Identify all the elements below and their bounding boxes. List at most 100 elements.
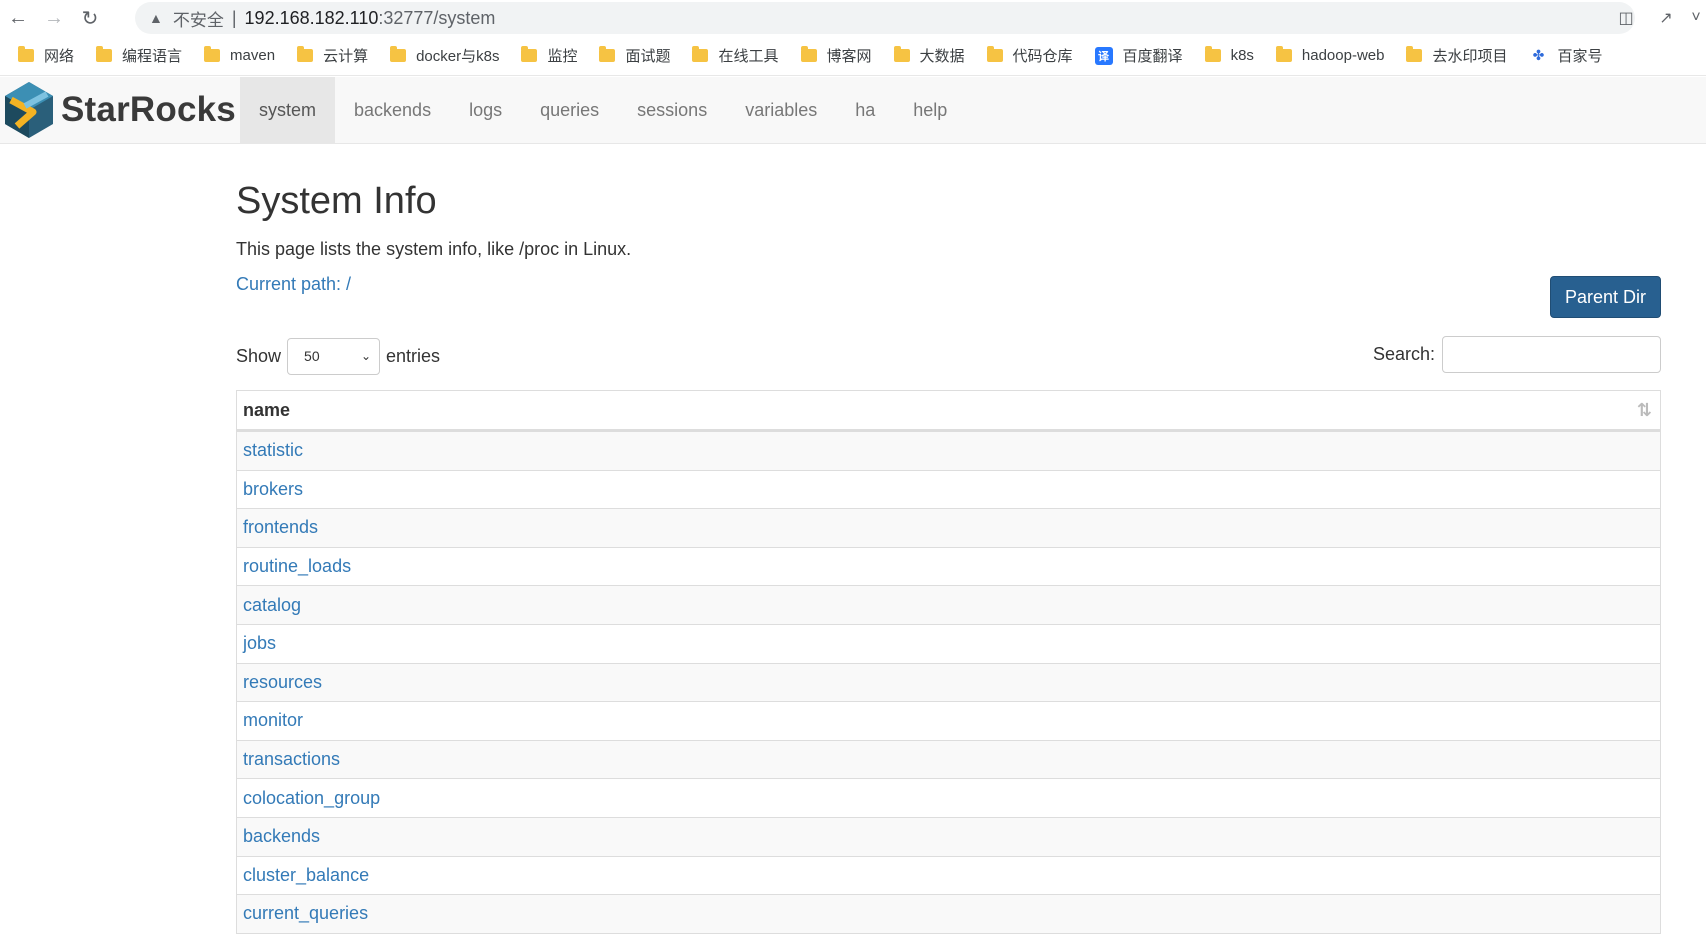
nav-item-ha[interactable]: ha xyxy=(836,77,894,143)
url-security-label: 不安全 xyxy=(172,10,224,30)
row-link-transactions[interactable]: transactions xyxy=(243,749,340,770)
table-row: backends xyxy=(237,816,1660,856)
bookmark-label: 监控 xyxy=(547,48,578,65)
row-link-backends[interactable]: backends xyxy=(243,826,320,847)
row-link-colocation_group[interactable]: colocation_group xyxy=(243,788,380,809)
bookmark-item[interactable]: 译百度翻译 xyxy=(1094,45,1183,66)
table-row: monitor xyxy=(237,701,1660,740)
table-header[interactable]: name ⇅ xyxy=(237,391,1660,431)
bookmark-item[interactable]: 监控 xyxy=(521,45,577,66)
bookmark-label: docker与k8s xyxy=(416,48,500,65)
bookmark-label: 在线工具 xyxy=(718,48,779,65)
nav-item-logs[interactable]: logs xyxy=(450,77,521,143)
row-link-statistic[interactable]: statistic xyxy=(243,440,303,461)
reload-icon[interactable]: ↻ xyxy=(72,0,108,36)
back-icon[interactable]: ← xyxy=(0,0,36,36)
table-row: routine_loads xyxy=(237,546,1660,586)
bookmark-label: 百家号 xyxy=(1557,48,1603,65)
translate-page-icon[interactable]: ◫ xyxy=(1606,8,1646,28)
folder-icon xyxy=(1406,46,1423,62)
bookmark-label: 百度翻译 xyxy=(1122,48,1183,65)
folder-icon xyxy=(96,46,113,62)
bookmark-item[interactable]: maven xyxy=(204,46,276,64)
folder-icon xyxy=(521,46,538,62)
main-nav: system backends logs queries sessions variabl… xyxy=(240,77,966,143)
column-header-name[interactable]: name xyxy=(243,400,290,421)
system-table: name ⇅ statistic brokers frontends routine_… xyxy=(236,390,1661,934)
bookmark-label: 网络 xyxy=(44,48,75,65)
nav-item-variables[interactable]: variables xyxy=(726,77,836,143)
sort-icon[interactable]: ⇅ xyxy=(1637,400,1652,421)
table-row: resources xyxy=(237,662,1660,702)
nav-item-sessions[interactable]: sessions xyxy=(618,77,726,143)
table-row: catalog xyxy=(237,585,1660,624)
table-body: statistic brokers frontends routine_loadsca… xyxy=(237,431,1660,933)
table-row: transactions xyxy=(237,739,1660,779)
bookmark-item[interactable]: 编程语言 xyxy=(96,45,182,66)
bookmark-item[interactable]: k8s xyxy=(1204,46,1254,64)
folder-icon xyxy=(1275,46,1292,62)
bookmark-item[interactable]: 代码仓库 xyxy=(986,45,1073,66)
folder-icon xyxy=(204,46,221,62)
bookmark-label: 代码仓库 xyxy=(1012,48,1073,65)
bookmark-item[interactable]: 网络 xyxy=(18,45,74,66)
browser-address-bar: ← → ↻ ▲ 不安全 | 192.168.182.110 :32777/sys… xyxy=(0,0,1706,36)
bookmark-item[interactable]: 大数据 xyxy=(893,45,965,66)
bookmark-item[interactable]: 博客网 xyxy=(800,45,872,66)
row-link-resources[interactable]: resources xyxy=(243,672,322,693)
share-icon[interactable]: ↗ xyxy=(1646,8,1686,28)
bookmark-item[interactable]: 面试题 xyxy=(599,45,670,66)
bookmark-label: k8s xyxy=(1230,47,1254,64)
folder-icon xyxy=(692,46,709,62)
folder-icon xyxy=(18,46,34,62)
table-row: frontends xyxy=(237,508,1660,547)
app-navbar: StarRocks system backends logs queries sessi… xyxy=(0,77,1706,144)
bookmarks-bar: 网络 编程语言 maven 云计算 docker与k8s 监控 面试题 在线工具 博客网 大数据 代… xyxy=(0,36,1706,76)
bookmark-label: 云计算 xyxy=(323,48,369,65)
folder-icon xyxy=(1204,46,1221,62)
url-path: :32777/system xyxy=(378,7,496,28)
starrocks-logo-icon xyxy=(5,82,53,138)
bookmark-item[interactable]: 在线工具 xyxy=(692,45,779,66)
entries-select[interactable]: 50 ⌄ xyxy=(287,337,381,375)
parent-dir-button[interactable]: Parent Dir xyxy=(1550,276,1661,318)
bookmark-label: 面试题 xyxy=(625,48,671,65)
chevron-down-icon[interactable]: ˅ xyxy=(1686,9,1706,27)
page-description: This page lists the system info, like /p… xyxy=(236,239,632,259)
row-link-brokers[interactable]: brokers xyxy=(243,479,303,500)
warning-icon: ▲ xyxy=(149,10,163,26)
row-link-routine_loads[interactable]: routine_loads xyxy=(243,556,351,577)
nav-item-help[interactable]: help xyxy=(894,77,966,143)
row-link-monitor[interactable]: monitor xyxy=(243,710,303,731)
row-link-catalog[interactable]: catalog xyxy=(243,595,301,616)
row-link-jobs[interactable]: jobs xyxy=(243,633,276,654)
bookmark-item[interactable]: docker与k8s xyxy=(390,45,499,66)
forward-icon[interactable]: → xyxy=(36,0,72,36)
brand-name: StarRocks xyxy=(61,90,236,129)
search-label: Search: xyxy=(1372,344,1435,364)
bookmark-item[interactable]: 去水印项目 xyxy=(1406,45,1508,66)
url-field[interactable]: ▲ 不安全 | 192.168.182.110 :32777/system xyxy=(135,2,1635,34)
row-link-cluster_balance[interactable]: cluster_balance xyxy=(243,865,369,886)
bookmark-item[interactable]: ✤ 百家号 xyxy=(1530,45,1603,66)
entries-select-value: 50 xyxy=(304,348,320,364)
brand-logo[interactable]: StarRocks xyxy=(0,77,240,143)
url-host: 192.168.182.110 xyxy=(244,7,379,28)
nav-item-system[interactable]: system xyxy=(240,77,336,143)
bookmark-item[interactable]: 云计算 xyxy=(297,45,368,66)
bookmark-label: 去水印项目 xyxy=(1432,48,1508,65)
bookmark-label: 编程语言 xyxy=(122,48,183,65)
page-title: System Info xyxy=(236,180,437,222)
bookmark-item[interactable]: hadoop-web xyxy=(1275,46,1384,64)
current-path: Current path: / xyxy=(236,274,352,294)
search-input[interactable] xyxy=(1442,336,1661,373)
translate-icon: 译 xyxy=(1094,46,1113,65)
folder-icon xyxy=(297,46,314,62)
row-link-current_queries[interactable]: current_queries xyxy=(243,903,368,924)
folder-icon xyxy=(390,46,407,62)
folder-icon xyxy=(599,46,616,62)
nav-item-backends[interactable]: backends xyxy=(335,77,450,143)
nav-item-queries[interactable]: queries xyxy=(521,77,618,143)
bookmark-label: maven xyxy=(230,47,276,64)
row-link-frontends[interactable]: frontends xyxy=(243,517,318,538)
